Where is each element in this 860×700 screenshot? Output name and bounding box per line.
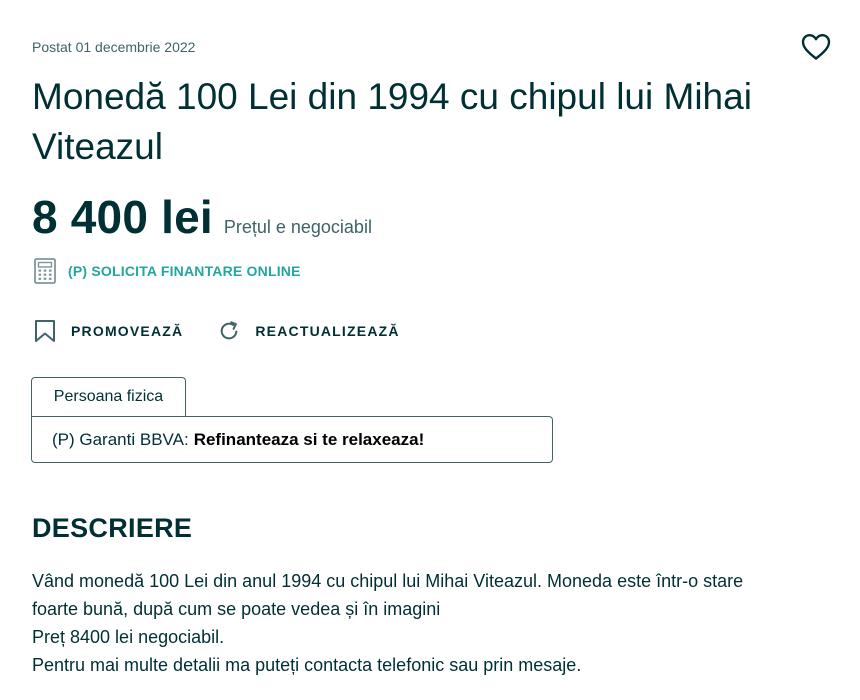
description-line: Vând monedă 100 Lei din anul 1994 cu chi… [32,571,744,591]
description-line: Preț 8400 lei negociabil. [32,627,225,647]
heart-icon[interactable] [801,33,831,61]
finance-label: (P) SOLICITA FINANTARE ONLINE [68,263,301,279]
promote-label: PROMOVEAZĂ [71,323,184,339]
posted-date: Postat 01 decembrie 2022 [32,39,196,55]
bookmark-icon [35,320,55,342]
calculator-icon [34,258,56,284]
refresh-label: REACTUALIZEAZĂ [255,323,400,339]
negotiable-label: Prețul e negociabil [223,217,372,237]
description-heading: DESCRIERE [32,513,193,543]
listing-title: Monedă 100 Lei din 1994 cu chipul lui Mi… [32,76,752,167]
refresh-button[interactable]: REACTUALIZEAZĂ [218,319,399,343]
description-text: Vând monedă 100 Lei din anul 1994 cu chi… [32,567,832,679]
promo-prefix: (P) Garanti BBVA: [52,429,189,449]
finance-link[interactable]: (P) SOLICITA FINANTARE ONLINE [34,258,301,284]
refresh-icon [221,321,238,340]
seller-type-tab: Persoana fizica [31,377,186,416]
description-line: foarte bună, după cum se poate vedea și … [32,599,441,619]
description-line: Pentru mai multe detalii ma puteți conta… [32,655,582,675]
price: 8 400 lei [32,191,213,243]
promo-banner[interactable]: (P) Garanti BBVA: Refinanteaza si te rel… [31,416,553,463]
promote-button[interactable]: PROMOVEAZĂ [34,319,183,343]
listing-actions: PROMOVEAZĂ REACTUALIZEAZĂ [34,319,435,343]
promo-highlight: Refinanteaza si te relaxeaza! [193,429,425,449]
price-row: 8 400 lei Prețul e negociabil [32,190,372,244]
